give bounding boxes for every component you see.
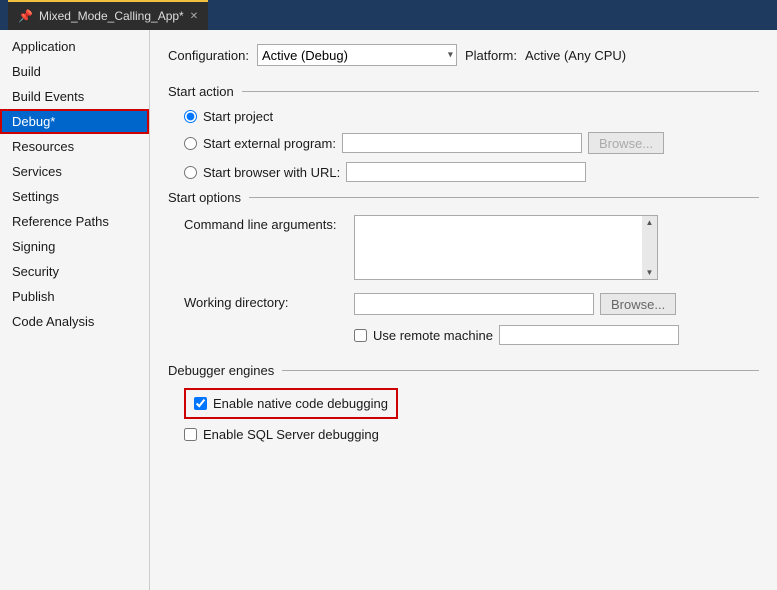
command-line-textarea[interactable] xyxy=(354,215,658,280)
debugger-engines-header: Debugger engines xyxy=(168,363,759,378)
native-debug-checkbox[interactable] xyxy=(194,397,207,410)
sidebar-item-application[interactable]: Application xyxy=(0,34,149,59)
remote-machine-checkbox-row: Use remote machine xyxy=(354,325,679,345)
start-project-radio[interactable] xyxy=(184,110,197,123)
start-project-label: Start project xyxy=(203,109,273,124)
remote-machine-checkbox[interactable] xyxy=(354,329,367,342)
command-line-textarea-wrapper: ▲ ▼ xyxy=(354,215,658,283)
remote-machine-row: Use remote machine xyxy=(184,325,759,353)
debugger-engines-divider xyxy=(282,370,759,371)
working-dir-browse-button[interactable]: Browse... xyxy=(600,293,676,315)
sidebar: ApplicationBuildBuild EventsDebug*Resour… xyxy=(0,30,150,590)
sql-debug-checkbox[interactable] xyxy=(184,428,197,441)
start-options-grid: Command line arguments: ▲ ▼ Working dire… xyxy=(168,215,759,353)
start-browser-input[interactable] xyxy=(346,162,586,182)
pin-icon: 📌 xyxy=(18,9,33,23)
start-browser-row: Start browser with URL: xyxy=(184,162,759,182)
debugger-engines-label: Debugger engines xyxy=(168,363,282,378)
main-container: ApplicationBuildBuild EventsDebug*Resour… xyxy=(0,30,777,590)
working-dir-row: Working directory: Browse... xyxy=(184,293,759,315)
sidebar-item-build[interactable]: Build xyxy=(0,59,149,84)
close-icon[interactable]: ✕ xyxy=(190,11,198,22)
scroll-up-arrow: ▲ xyxy=(646,218,654,227)
sidebar-item-settings[interactable]: Settings xyxy=(0,184,149,209)
native-debug-label: Enable native code debugging xyxy=(213,396,388,411)
tab-label: Mixed_Mode_Calling_App* xyxy=(39,9,184,23)
sidebar-item-security[interactable]: Security xyxy=(0,259,149,284)
start-action-section-header: Start action xyxy=(168,84,759,99)
start-external-radio[interactable] xyxy=(184,137,197,150)
working-dir-label: Working directory: xyxy=(184,293,354,310)
start-project-row: Start project xyxy=(184,109,759,124)
sql-debug-label: Enable SQL Server debugging xyxy=(203,427,379,442)
start-browser-radio[interactable] xyxy=(184,166,197,179)
sidebar-item-resources[interactable]: Resources xyxy=(0,134,149,159)
configuration-select-wrapper[interactable]: Active (Debug) Debug Release All Configu… xyxy=(257,44,457,66)
start-external-input[interactable] xyxy=(342,133,582,153)
command-line-row: Command line arguments: ▲ ▼ xyxy=(184,215,759,283)
start-external-browse-button[interactable]: Browse... xyxy=(588,132,664,154)
command-line-label: Command line arguments: xyxy=(184,215,354,232)
sql-debug-row: Enable SQL Server debugging xyxy=(168,427,759,442)
start-options-divider xyxy=(249,197,759,198)
debugger-engines-section: Debugger engines Enable native code debu… xyxy=(168,363,759,442)
sidebar-item-build-events[interactable]: Build Events xyxy=(0,84,149,109)
start-options-section-header: Start options xyxy=(168,190,759,205)
configuration-select[interactable]: Active (Debug) Debug Release All Configu… xyxy=(257,44,457,66)
title-bar: 📌 Mixed_Mode_Calling_App* ✕ xyxy=(0,0,777,30)
sidebar-item-services[interactable]: Services xyxy=(0,159,149,184)
content-area: Configuration: Active (Debug) Debug Rele… xyxy=(150,30,777,590)
sidebar-item-debug[interactable]: Debug* xyxy=(0,109,149,134)
start-action-label: Start action xyxy=(168,84,242,99)
start-action-divider xyxy=(242,91,759,92)
remote-machine-input[interactable] xyxy=(499,325,679,345)
start-external-row: Start external program: Browse... xyxy=(184,132,759,154)
platform-value: Active (Any CPU) xyxy=(525,48,626,63)
platform-label: Platform: xyxy=(465,48,517,63)
sidebar-item-publish[interactable]: Publish xyxy=(0,284,149,309)
textarea-scrollbar: ▲ ▼ xyxy=(642,215,658,280)
start-action-radio-group: Start project Start external program: Br… xyxy=(168,109,759,182)
scroll-down-arrow: ▼ xyxy=(646,268,654,277)
document-tab[interactable]: 📌 Mixed_Mode_Calling_App* ✕ xyxy=(8,0,208,30)
sidebar-item-code-analysis[interactable]: Code Analysis xyxy=(0,309,149,334)
start-external-label: Start external program: xyxy=(203,136,336,151)
start-options-label: Start options xyxy=(168,190,249,205)
sidebar-item-signing[interactable]: Signing xyxy=(0,234,149,259)
working-dir-input[interactable] xyxy=(354,293,594,315)
configuration-label: Configuration: xyxy=(168,48,249,63)
remote-machine-label: Use remote machine xyxy=(373,328,493,343)
start-browser-label: Start browser with URL: xyxy=(203,165,340,180)
sidebar-item-reference-paths[interactable]: Reference Paths xyxy=(0,209,149,234)
native-debug-row: Enable native code debugging xyxy=(184,388,398,419)
configuration-row: Configuration: Active (Debug) Debug Rele… xyxy=(168,44,759,66)
remote-machine-spacer xyxy=(184,325,354,327)
